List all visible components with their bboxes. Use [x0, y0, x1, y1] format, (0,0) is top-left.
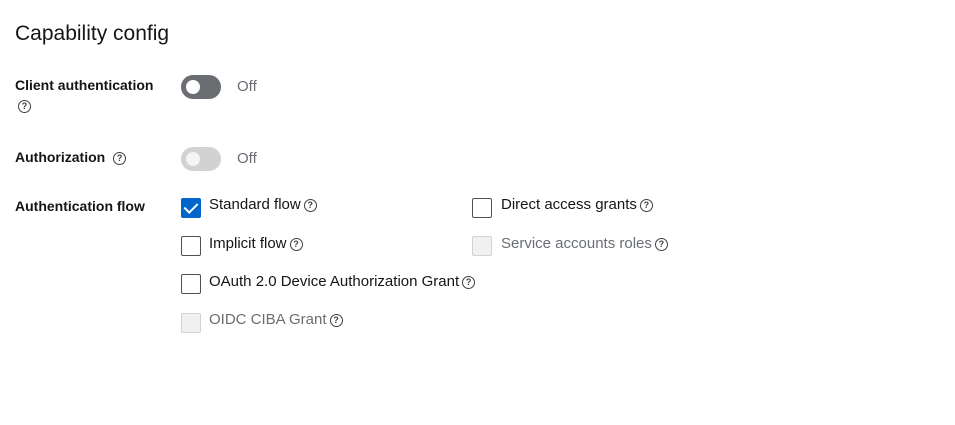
- help-icon[interactable]: ?: [18, 100, 31, 113]
- help-icon[interactable]: ?: [113, 151, 127, 165]
- client-authentication-text: Client authentication: [15, 77, 154, 93]
- authorization-label: Authorization ?: [15, 149, 127, 165]
- toggle-knob: [186, 80, 200, 94]
- direct-access-grants-checkbox[interactable]: [472, 198, 492, 218]
- service-accounts-roles-option: Service accounts roles?: [501, 235, 668, 252]
- oauth-device-grant-option: OAuth 2.0 Device Authorization Grant?: [209, 273, 476, 290]
- authorization-state: Off: [237, 150, 257, 167]
- oidc-ciba-grant-checkbox[interactable]: [181, 313, 201, 333]
- service-accounts-roles-checkbox[interactable]: [472, 236, 492, 256]
- implicit-flow-option: Implicit flow?: [209, 235, 303, 252]
- help-icon[interactable]: ?: [639, 198, 653, 212]
- help-icon[interactable]: ?: [329, 313, 343, 327]
- help-icon[interactable]: ?: [289, 237, 303, 251]
- client-authentication-label: Client authentication: [15, 77, 153, 93]
- help-icon[interactable]: ?: [654, 237, 668, 251]
- oauth-device-grant-checkbox[interactable]: [181, 274, 201, 294]
- authorization-toggle[interactable]: [181, 147, 221, 171]
- authentication-flow-label: Authentication flow: [15, 198, 145, 214]
- client-authentication-toggle[interactable]: [181, 75, 221, 99]
- standard-flow-checkbox[interactable]: [181, 198, 201, 218]
- section-title: Capability config: [15, 22, 170, 45]
- direct-access-grants-option: Direct access grants?: [501, 196, 653, 213]
- service-accounts-roles-label: Service accounts roles: [501, 235, 652, 252]
- direct-access-grants-label: Direct access grants: [501, 196, 637, 213]
- help-icon[interactable]: ?: [303, 198, 317, 212]
- toggle-knob: [186, 152, 200, 166]
- standard-flow-label: Standard flow: [209, 196, 301, 213]
- help-icon[interactable]: ?: [462, 275, 476, 289]
- implicit-flow-checkbox[interactable]: [181, 236, 201, 256]
- oidc-ciba-grant-label: OIDC CIBA Grant: [209, 311, 327, 328]
- implicit-flow-label: Implicit flow: [209, 235, 287, 252]
- oidc-ciba-grant-option: OIDC CIBA Grant?: [209, 311, 343, 328]
- authorization-text: Authorization: [15, 149, 106, 165]
- client-authentication-state: Off: [237, 78, 257, 95]
- oauth-device-grant-label: OAuth 2.0 Device Authorization Grant: [209, 273, 460, 290]
- standard-flow-option: Standard flow?: [209, 196, 317, 213]
